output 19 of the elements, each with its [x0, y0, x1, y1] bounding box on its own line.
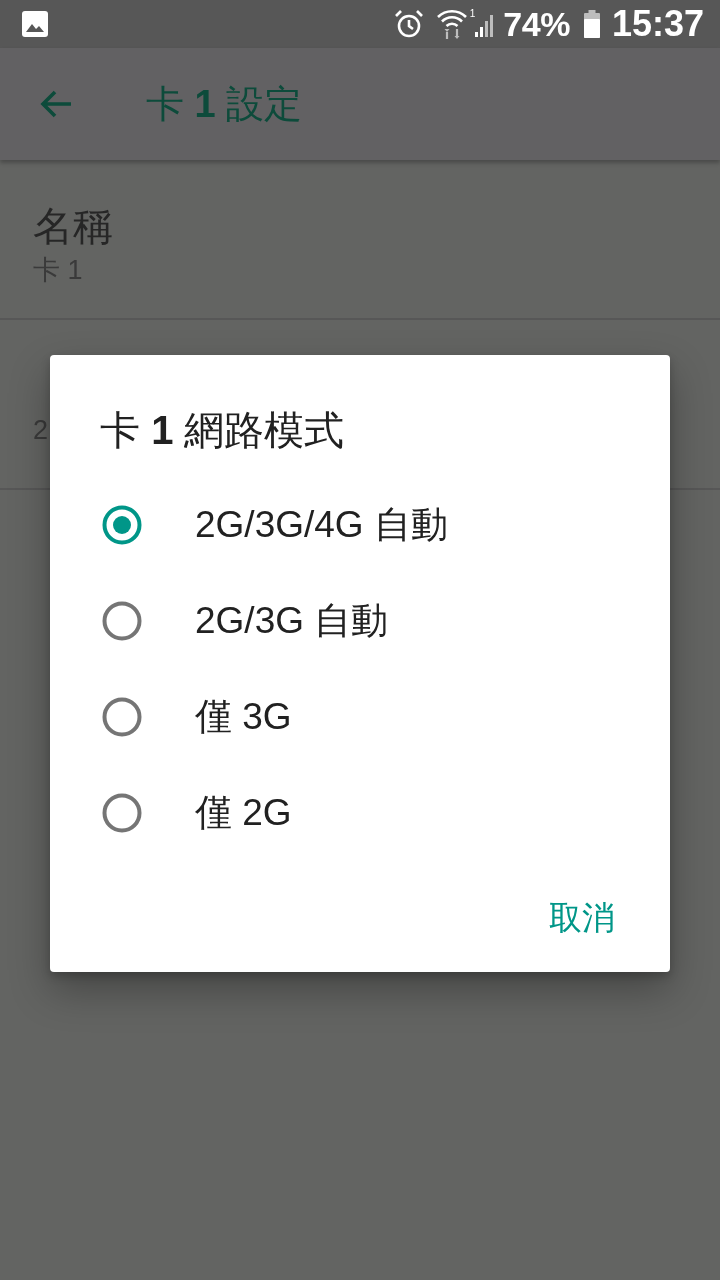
radio-button-icon[interactable] [102, 601, 142, 641]
screen-title: 卡 1 設定 [146, 82, 303, 127]
radio-button-icon[interactable] [102, 697, 142, 737]
option-label[interactable]: 2G/3G/4G 自動 [195, 501, 448, 549]
image-icon [22, 11, 48, 37]
option-label[interactable]: 僅 3G [195, 693, 292, 741]
battery-icon [583, 10, 600, 38]
radio-selected-icon[interactable] [102, 505, 142, 545]
wifi-icon [435, 9, 468, 39]
cancel-button[interactable]: 取消 [537, 890, 627, 946]
dialog-title: 卡 1 網路模式 [100, 407, 345, 454]
option-label[interactable]: 僅 2G [195, 789, 292, 837]
radio-button-icon[interactable] [102, 793, 142, 833]
sim-label: 1 [469, 9, 476, 19]
option-label[interactable]: 2G/3G 自動 [195, 597, 389, 645]
back-arrow-icon [40, 89, 72, 119]
alarm-clock-icon [393, 9, 424, 39]
clock-time: 15:37 [611, 3, 704, 45]
battery-percent: 74% [503, 4, 570, 44]
